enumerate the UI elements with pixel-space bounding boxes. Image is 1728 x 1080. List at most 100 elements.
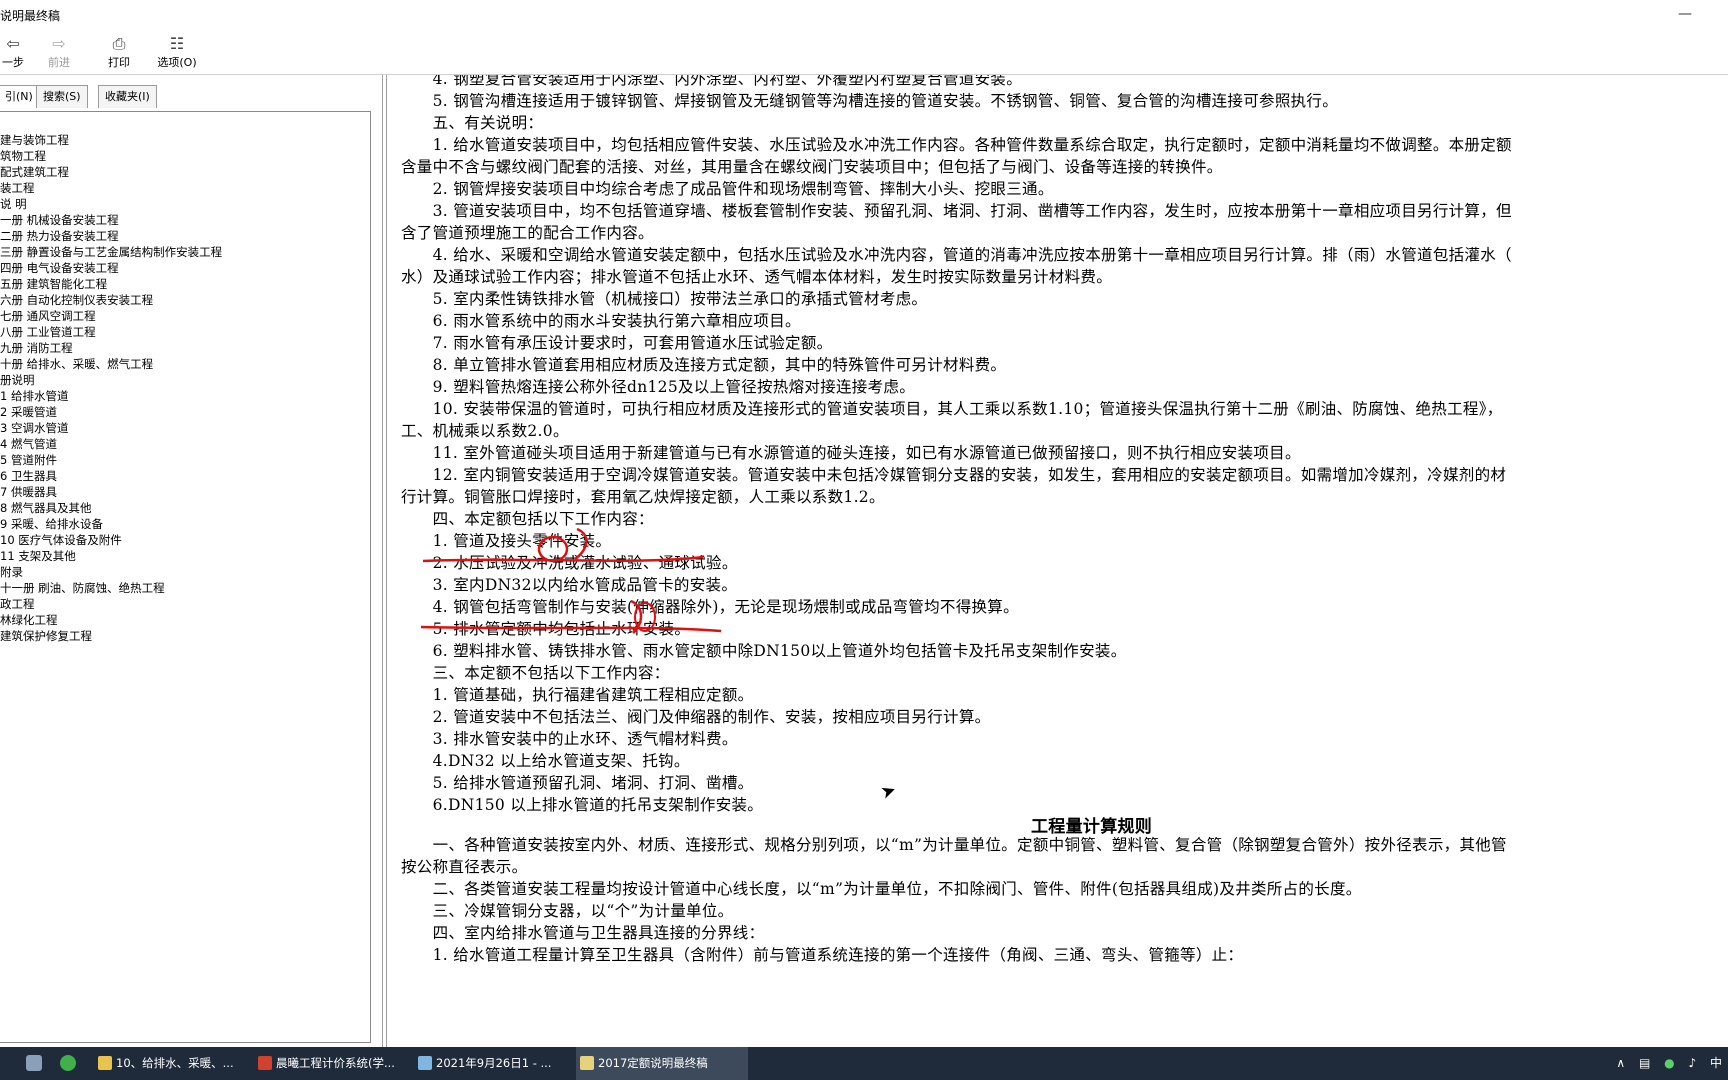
help-file-icon: [580, 1056, 594, 1070]
doc-line: 四、本定额包括以下工作内容：: [401, 510, 654, 528]
doc-line: 10. 安装带保温的管道时，可执行相应材质及连接形式的管道安装项目，其人工乘以系…: [401, 400, 1503, 418]
doc-line: 3. 排水管安装中的止水环、透气帽材料费。: [401, 730, 738, 748]
back-button[interactable]: ⇦ 一步: [0, 34, 26, 70]
taskbar-app-label: 晨曦工程计价系统(学...: [276, 1056, 395, 1070]
tab-index[interactable]: 引(N): [0, 85, 40, 108]
doc-line: 11. 室外管道碰头项目适用于新建管道与已有水源管道的碰头连接，如已有水源管道已…: [401, 444, 1301, 462]
doc-line: 6. 塑料排水管、铸铁排水管、雨水管定额中除DN150以上管道外均包括管卡及托吊…: [401, 642, 1127, 660]
tree-item[interactable]: 9 采暖、给排水设备: [0, 516, 222, 532]
app-icon: [258, 1056, 272, 1070]
doc-line: 2. 水压试验及冲洗或灌水试验、通球试验。: [401, 554, 738, 572]
print-label: 打印: [108, 56, 130, 69]
calculator-icon[interactable]: [26, 1055, 42, 1071]
taskbar-app-help[interactable]: 2017定额说明最终稿: [576, 1047, 748, 1080]
document-pane[interactable]: 4. 钢塑复合管安装适用于内涂塑、内外涂塑、内衬塑、外覆塑内衬塑复合管道安装。 …: [386, 75, 1728, 1047]
forward-label: 前进: [48, 56, 70, 69]
tree-item[interactable]: 5 管道附件: [0, 452, 222, 468]
tree-item[interactable]: 附录: [0, 564, 222, 580]
tree-item[interactable]: 八册 工业管道工程: [0, 324, 222, 340]
tree-item[interactable]: 四册 电气设备安装工程: [0, 260, 222, 276]
taskbar-app-folder[interactable]: 10、给排水、采暖、...: [94, 1047, 256, 1080]
tree-item[interactable]: 2 采暖管道: [0, 404, 222, 420]
taskbar-app-pricing[interactable]: 晨曦工程计价系统(学...: [254, 1047, 416, 1080]
doc-line: 6. 雨水管系统中的雨水斗安装执行第六章相应项目。: [401, 312, 801, 330]
doc-line: 4.DN32 以上给水管道支架、托钩。: [401, 752, 690, 770]
taskbar-app-doc[interactable]: 2021年9月26日1 - ...: [414, 1047, 586, 1080]
system-tray: ∧ ▤ ● ♪ 中: [1616, 1047, 1728, 1080]
taskbar-app-label: 10、给排水、采暖、...: [116, 1056, 234, 1070]
doc-line: 四、室内给排水管道与卫生器具连接的分界线：: [401, 924, 765, 942]
doc-line: 按公称直径表示。: [401, 858, 528, 876]
window-title: 说明最终稿: [0, 9, 61, 23]
tree-item[interactable]: 配式建筑工程: [0, 164, 222, 180]
tray-network-icon[interactable]: ▤: [1639, 1056, 1650, 1070]
browser-icon[interactable]: [60, 1055, 76, 1071]
tray-volume-icon[interactable]: ♪: [1688, 1056, 1696, 1070]
tray-chevron-icon[interactable]: ∧: [1616, 1056, 1625, 1070]
title-bar: 说明最终稿 —: [0, 0, 1728, 31]
tab-search[interactable]: 搜索(S): [36, 85, 88, 108]
tree-item[interactable]: 建筑保护修复工程: [0, 628, 222, 644]
window-icon: [418, 1056, 432, 1070]
tray-wechat-icon[interactable]: ●: [1664, 1056, 1674, 1070]
taskbar-app-label: 2017定额说明最终稿: [598, 1056, 708, 1070]
mouse-cursor-icon: ➤: [877, 779, 900, 804]
doc-line: 工、机械乘以系数2.0。: [401, 422, 569, 440]
tree-item[interactable]: 十一册 刷油、防腐蚀、绝热工程: [0, 580, 222, 596]
tree-item[interactable]: 11 支架及其他: [0, 548, 222, 564]
doc-line: 6.DN150 以上排水管道的托吊支架制作安装。: [401, 796, 764, 814]
tree-item[interactable]: 建与装饰工程: [0, 132, 222, 148]
printer-icon: ⎙: [112, 34, 126, 53]
tree-item[interactable]: 二册 热力设备安装工程: [0, 228, 222, 244]
back-arrow-icon: ⇦: [6, 34, 20, 53]
tree-item[interactable]: 筑物工程: [0, 148, 222, 164]
tree-item[interactable]: 3 空调水管道: [0, 420, 222, 436]
tree-item[interactable]: 一册 机械设备安装工程: [0, 212, 222, 228]
doc-line: 7. 雨水管有承压设计要求时，可套用管道水压试验定额。: [401, 334, 833, 352]
doc-line: 1. 管道及接头零件安装。: [401, 532, 612, 550]
tree-item[interactable]: 册说明: [0, 372, 222, 388]
doc-line: 2. 钢管焊接安装项目中均综合考虑了成品管件和现场煨制弯管、摔制大小头、挖眼三通…: [401, 180, 1054, 198]
taskbar-app-label: 2021年9月26日1 - ...: [436, 1056, 552, 1070]
tree-item[interactable]: 林绿化工程: [0, 612, 222, 628]
tree-item[interactable]: 7 供暖器具: [0, 484, 222, 500]
toolbar: ⇦ 一步 ⇨ 前进 ⎙ 打印 ☷ 选项(O): [0, 30, 1728, 75]
options-button[interactable]: ☷ 选项(O): [154, 34, 200, 70]
doc-line: 5. 给排水管道预留孔洞、堵洞、打洞、凿槽。: [401, 774, 754, 792]
doc-line: 8. 单立管排水管道套用相应材质及连接方式定额，其中的特殊管件可另计材料费。: [401, 356, 1007, 374]
tree-item[interactable]: 五册 建筑智能化工程: [0, 276, 222, 292]
tree-item[interactable]: 九册 消防工程: [0, 340, 222, 356]
print-button[interactable]: ⎙ 打印: [104, 34, 134, 70]
minimize-icon[interactable]: —: [1678, 6, 1692, 22]
options-icon: ☷: [169, 34, 185, 53]
tree-item[interactable]: 三册 静置设备与工艺金属结构制作安装工程: [0, 244, 222, 260]
tree-item[interactable]: 说 明: [0, 196, 222, 212]
forward-arrow-icon: ⇨: [52, 34, 66, 53]
doc-line: 三、本定额不包括以下工作内容：: [401, 664, 670, 682]
tab-favorites[interactable]: 收藏夹(I): [98, 85, 157, 108]
navigation-pane: 引(N) 搜索(S) 收藏夹(I) 建与装饰工程 筑物工程 配式建筑工程 装工程说 明…: [0, 75, 383, 1047]
tree-item[interactable]: 10 医疗气体设备及附件: [0, 532, 222, 548]
doc-line: 五、有关说明：: [401, 114, 544, 132]
tree-item[interactable]: 6 卫生器具: [0, 468, 222, 484]
tree-item[interactable]: 8 燃气器具及其他: [0, 500, 222, 516]
tree-item[interactable]: 十册 给排水、采暖、燃气工程: [0, 356, 222, 372]
contents-tree: 建与装饰工程 筑物工程 配式建筑工程 装工程说 明一册 机械设备安装工程 二册 热力设备…: [0, 132, 222, 644]
tree-item[interactable]: 装工程: [0, 180, 222, 196]
tray-ime-label[interactable]: 中: [1710, 1056, 1722, 1070]
doc-line: 4. 给水、采暖和空调给水管道安装定额中，包括水压试验及水冲洗内容，管道的消毒冲…: [401, 246, 1512, 264]
doc-line: 5. 室内柔性铸铁排水管（机械接口）按带法兰承口的承插式管材考虑。: [401, 290, 928, 308]
doc-line: 2. 管道安装中不包括法兰、阀门及伸缩器的制作、安装，按相应项目另行计算。: [401, 708, 991, 726]
tree-item[interactable]: 政工程: [0, 596, 222, 612]
doc-line: 5. 钢管沟槽连接适用于镀锌钢管、焊接钢管及无缝钢管等沟槽连接的管道安装。不锈钢…: [401, 92, 1339, 110]
tree-item[interactable]: 七册 通风空调工程: [0, 308, 222, 324]
doc-line: 行计算。铜管胀口焊接时，套用氧乙炔焊接定额，人工乘以系数1.2。: [401, 488, 885, 506]
tree-item[interactable]: 4 燃气管道: [0, 436, 222, 452]
doc-line: 3. 管道安装项目中，均不包括管道穿墙、楼板套管制作安装、预留孔洞、堵洞、打洞、…: [401, 202, 1512, 220]
forward-button[interactable]: ⇨ 前进: [44, 34, 74, 70]
doc-line: 1. 给水管道安装项目中，均包括相应管件安装、水压试验及水冲洗工作内容。各种管件…: [401, 136, 1512, 154]
tree-item[interactable]: 1 给排水管道: [0, 388, 222, 404]
options-label: 选项(O): [157, 56, 197, 69]
doc-line: 4. 钢管包括弯管制作与安装(伸缩器除外)，无论是现场煨制或成品弯管均不得换算。: [401, 598, 1019, 616]
tree-item[interactable]: 六册 自动化控制仪表安装工程: [0, 292, 222, 308]
